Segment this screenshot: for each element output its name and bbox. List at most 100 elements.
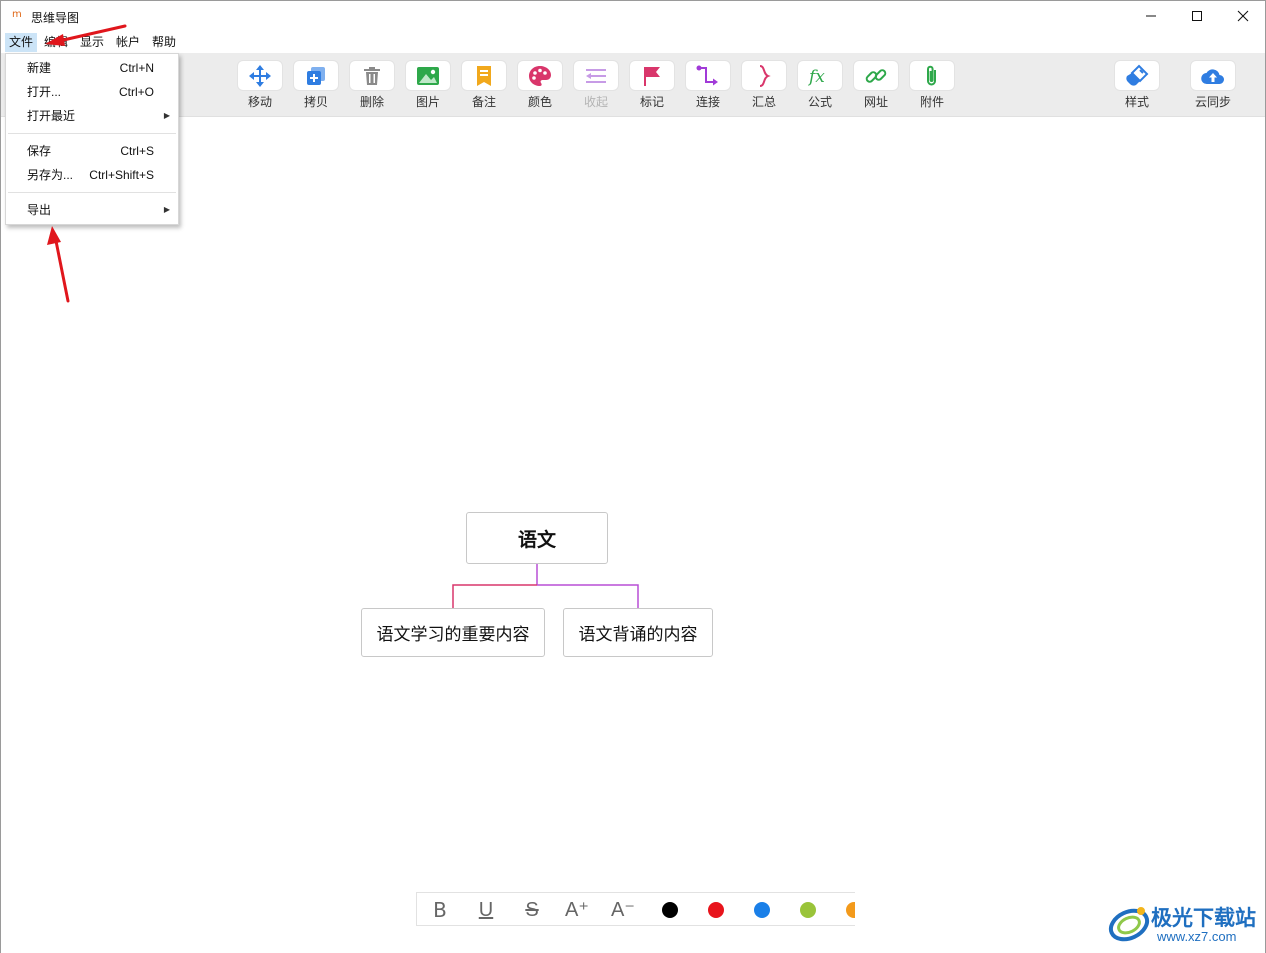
tool-attachment-label: 附件 bbox=[919, 95, 944, 109]
watermark: 极光下载站 www.xz7.com bbox=[1107, 899, 1265, 951]
tool-copy-label: 拷贝 bbox=[303, 95, 328, 109]
tool-delete-label: 删除 bbox=[359, 95, 384, 109]
tool-move-label: 移动 bbox=[247, 95, 272, 109]
close-icon bbox=[1237, 10, 1249, 22]
color-swatch-orange[interactable] bbox=[846, 902, 855, 918]
tool-collapse[interactable]: 收起 bbox=[572, 60, 620, 109]
branch-right bbox=[537, 584, 639, 608]
tool-image-label: 图片 bbox=[415, 95, 440, 109]
submenu-arrow-icon: ▶ bbox=[163, 205, 170, 214]
app-logo-icon: m bbox=[12, 9, 22, 20]
menu-item-shortcut: Ctrl+Shift+S bbox=[89, 168, 154, 182]
menu-view[interactable]: 显示 bbox=[76, 33, 108, 52]
copy-icon bbox=[307, 66, 325, 85]
font-decrease-button[interactable]: A⁻ bbox=[608, 897, 638, 923]
style-brush-icon bbox=[1126, 64, 1149, 86]
tool-move[interactable]: 移动 bbox=[236, 60, 284, 109]
tool-formula[interactable]: fx 公式 bbox=[796, 60, 844, 109]
window-title: 思维导图 bbox=[31, 11, 80, 25]
tool-image[interactable]: 图片 bbox=[404, 60, 452, 109]
menu-item-save-as[interactable]: 另存为... Ctrl+Shift+S bbox=[6, 163, 178, 187]
tool-cloud-sync-label: 云同步 bbox=[1194, 95, 1231, 109]
menu-edit[interactable]: 编辑 bbox=[40, 33, 72, 52]
menu-item-shortcut: Ctrl+O bbox=[118, 85, 154, 99]
tool-style[interactable]: 样式 bbox=[1113, 60, 1161, 109]
menu-item-label: 打开最近 bbox=[27, 109, 76, 123]
tool-color-label: 颜色 bbox=[527, 95, 552, 109]
minimize-button[interactable] bbox=[1128, 1, 1174, 31]
tool-color[interactable]: 颜色 bbox=[516, 60, 564, 109]
watermark-logo-icon bbox=[1108, 907, 1150, 942]
mindmap-canvas[interactable]: 语文 语文学习的重要内容 语文背诵的内容 bbox=[1, 118, 1265, 953]
maximize-button[interactable] bbox=[1174, 1, 1220, 31]
strikethrough-button[interactable]: S bbox=[517, 897, 547, 923]
root-topic-node[interactable]: 语文 bbox=[466, 512, 608, 564]
close-button[interactable] bbox=[1220, 1, 1266, 31]
collapse-icon bbox=[586, 68, 606, 83]
link-icon bbox=[865, 68, 887, 83]
tool-note[interactable]: 备注 bbox=[460, 60, 508, 109]
tool-collapse-label: 收起 bbox=[583, 95, 608, 109]
menu-item-save[interactable]: 保存 Ctrl+S bbox=[6, 139, 178, 163]
color-swatch-red[interactable] bbox=[708, 902, 724, 918]
tool-note-label: 备注 bbox=[471, 95, 496, 109]
tool-mark[interactable]: 标记 bbox=[628, 60, 676, 109]
menu-item-export[interactable]: 导出 ▶ bbox=[6, 198, 178, 222]
menu-separator bbox=[8, 133, 176, 134]
subtopic-node[interactable]: 语文背诵的内容 bbox=[563, 608, 713, 657]
menu-item-label: 新建 bbox=[27, 61, 52, 75]
flag-icon bbox=[644, 66, 660, 86]
file-menu-dropdown: 新建 Ctrl+N 打开... Ctrl+O 打开最近 ▶ 保存 Ctrl+S … bbox=[5, 53, 179, 225]
tool-style-label: 样式 bbox=[1124, 95, 1149, 109]
branch-left bbox=[452, 584, 537, 608]
connect-icon bbox=[696, 65, 718, 85]
menu-item-label: 打开... bbox=[27, 85, 62, 99]
menu-file[interactable]: 文件 bbox=[5, 33, 38, 52]
tool-copy[interactable]: 拷贝 bbox=[292, 60, 340, 109]
menu-bar: 文件 编辑 显示 帐户 帮助 bbox=[1, 32, 1265, 52]
color-swatch-green[interactable] bbox=[800, 902, 816, 918]
tool-connect[interactable]: 连接 bbox=[684, 60, 732, 109]
minimize-icon bbox=[1146, 15, 1156, 17]
app-window: m 思维导图 文件 编辑 显示 帐户 帮助 移动 拷贝 删除 图片 备注 颜色 … bbox=[0, 0, 1266, 953]
tool-mark-label: 标记 bbox=[639, 95, 664, 109]
submenu-arrow-icon: ▶ bbox=[163, 111, 170, 120]
text-format-bar: B U S A⁺ A⁻ bbox=[416, 892, 855, 926]
maximize-icon bbox=[1192, 11, 1202, 21]
image-icon bbox=[417, 66, 439, 85]
watermark-url: www.xz7.com bbox=[1157, 929, 1237, 944]
color-swatch-blue[interactable] bbox=[754, 902, 770, 918]
branch-connectors bbox=[452, 564, 639, 608]
title-bar: m 思维导图 bbox=[1, 1, 1265, 31]
menu-item-shortcut: Ctrl+N bbox=[119, 61, 154, 75]
menu-account[interactable]: 帐户 bbox=[112, 33, 144, 52]
subtopic-node[interactable]: 语文学习的重要内容 bbox=[361, 608, 545, 657]
tool-link[interactable]: 网址 bbox=[852, 60, 900, 109]
formula-icon: fx bbox=[807, 67, 825, 87]
cloud-upload-icon bbox=[1201, 68, 1224, 84]
color-swatch-black[interactable] bbox=[662, 902, 678, 918]
paperclip-icon bbox=[927, 65, 936, 85]
bold-button[interactable]: B bbox=[425, 897, 455, 923]
menu-item-open-recent[interactable]: 打开最近 ▶ bbox=[6, 104, 178, 128]
tool-formula-label: 公式 bbox=[807, 95, 832, 109]
toolbar: 移动 拷贝 删除 图片 备注 颜色 收起 标记 连接 汇总 fx 公式 网址 附… bbox=[1, 53, 1265, 117]
tool-attachment[interactable]: 附件 bbox=[908, 60, 956, 109]
tool-link-label: 网址 bbox=[863, 95, 888, 109]
menu-help[interactable]: 帮助 bbox=[148, 33, 180, 52]
font-increase-button[interactable]: A⁺ bbox=[562, 897, 592, 923]
summary-brace-icon bbox=[759, 64, 771, 87]
tool-delete[interactable]: 删除 bbox=[348, 60, 396, 109]
svg-text:fx: fx bbox=[807, 67, 825, 87]
tool-cloud-sync[interactable]: 云同步 bbox=[1189, 60, 1237, 109]
tool-connect-label: 连接 bbox=[695, 95, 720, 109]
menu-item-open[interactable]: 打开... Ctrl+O bbox=[6, 80, 178, 104]
menu-item-new[interactable]: 新建 Ctrl+N bbox=[6, 56, 178, 80]
menu-item-label: 导出 bbox=[27, 203, 52, 217]
menu-item-shortcut: Ctrl+S bbox=[120, 144, 154, 158]
underline-button[interactable]: U bbox=[471, 897, 501, 923]
palette-icon bbox=[529, 65, 551, 86]
note-icon bbox=[477, 65, 491, 86]
menu-item-label: 另存为... bbox=[27, 168, 74, 182]
tool-summary[interactable]: 汇总 bbox=[740, 60, 788, 109]
